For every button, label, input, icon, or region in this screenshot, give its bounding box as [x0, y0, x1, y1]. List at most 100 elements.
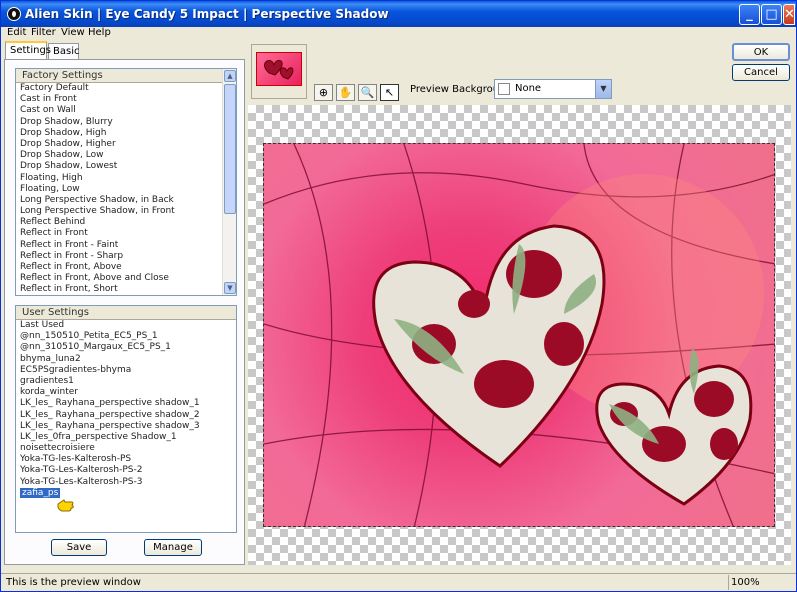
user-list-item[interactable]: LK_les_ Rayhana_perspective shadow_2: [16, 410, 236, 421]
factory-list-item[interactable]: Reflect in Front - Faint: [16, 240, 236, 251]
none-swatch-icon: [498, 83, 510, 95]
factory-list-item[interactable]: Reflect Behind: [16, 217, 236, 228]
zoom-level: 100%: [731, 577, 760, 588]
zoom-tool-icon[interactable]: 🔍: [358, 84, 377, 101]
factory-list-item[interactable]: Drop Shadow, Low: [16, 150, 236, 161]
title-bar[interactable]: Alien Skin | Eye Candy 5 Impact | Perspe…: [1, 1, 796, 27]
factory-list-item-label: Floating, Low: [20, 183, 80, 194]
user-list-item-label: LK_les_ Rayhana_perspective shadow_1: [20, 398, 200, 409]
scroll-up-icon[interactable]: ▲: [224, 70, 236, 82]
user-list-item-label: LK_les_ Rayhana_perspective shadow_2: [20, 409, 200, 420]
user-settings-header: User Settings: [16, 306, 236, 320]
factory-list-item[interactable]: Drop Shadow, Higher: [16, 139, 236, 150]
user-list-item-label: zafia_ps: [20, 487, 61, 498]
cancel-button[interactable]: Cancel: [732, 64, 790, 81]
factory-list-item[interactable]: Reflect in Front, Short: [16, 284, 236, 295]
factory-list-item-label: Reflect in Front, Above and Close: [20, 273, 169, 284]
user-settings-list[interactable]: User Settings Last Used @nn_150510_Petita…: [15, 305, 237, 533]
main-window: Alien Skin | Eye Candy 5 Impact | Perspe…: [0, 0, 797, 592]
preview-window[interactable]: [248, 105, 791, 565]
scroll-down-icon[interactable]: ▼: [224, 282, 236, 294]
tab-basic[interactable]: Basic: [48, 43, 79, 59]
factory-scrollbar[interactable]: ▲ ▼: [222, 69, 236, 295]
factory-list-item[interactable]: Reflect in Front, Above: [16, 262, 236, 273]
user-list-item-label: noisettecroisiere: [20, 443, 95, 454]
preview-background-value: None: [515, 83, 542, 94]
preview-image[interactable]: [263, 143, 775, 527]
menu-view[interactable]: View: [61, 27, 85, 38]
user-list-item-label: Yoka-TG-Les-Kalterosh-PS-3: [20, 476, 143, 487]
user-items: Last Used @nn_150510_Petita_EC5_PS_1 @nn_3…: [16, 320, 236, 499]
close-button[interactable]: ✕: [783, 4, 795, 25]
factory-list-item-label: Drop Shadow, Higher: [20, 138, 116, 149]
user-list-item-label: korda_winter: [20, 387, 78, 398]
factory-settings-list[interactable]: Factory Settings Factory Default Cast in …: [15, 68, 237, 296]
user-list-item[interactable]: Last Used: [16, 320, 236, 331]
scroll-thumb[interactable]: [224, 84, 236, 214]
user-list-item[interactable]: Yoka-TG-Les-Kalterosh-PS-3: [16, 477, 236, 488]
save-button[interactable]: Save: [51, 539, 107, 556]
user-list-item[interactable]: LK_les_0fra_perspective Shadow_1: [16, 432, 236, 443]
menu-help[interactable]: Help: [88, 27, 111, 38]
factory-list-item[interactable]: Drop Shadow, High: [16, 128, 236, 139]
alien-skin-app-icon[interactable]: [7, 7, 21, 21]
maximize-button[interactable]: □: [761, 4, 782, 25]
navigate-tool-icon[interactable]: ⊕: [314, 84, 333, 101]
user-list-item-label: LK_les_0fra_perspective Shadow_1: [20, 431, 177, 442]
user-list-item[interactable]: EC5PSgradientes-bhyma: [16, 365, 236, 376]
settings-panel: Factory Settings Factory Default Cast in …: [4, 59, 245, 565]
user-list-item[interactable]: bhyma_luna2: [16, 354, 236, 365]
user-list-item-label: gradientes1: [20, 375, 74, 386]
factory-list-item[interactable]: Cast in Front: [16, 94, 236, 105]
factory-list-item-label: Long Perspective Shadow, in Front: [20, 206, 175, 217]
factory-list-item[interactable]: Long Perspective Shadow, in Front: [16, 206, 236, 217]
chevron-down-icon[interactable]: ▼: [595, 80, 611, 98]
factory-list-item-label: Drop Shadow, High: [20, 127, 107, 138]
user-list-item[interactable]: @nn_150510_Petita_EC5_PS_1: [16, 331, 236, 342]
close-icon: ✕: [784, 7, 795, 22]
factory-list-item[interactable]: Floating, High: [16, 173, 236, 184]
user-list-item[interactable]: @nn_310510_Margaux_EC5_PS_1: [16, 342, 236, 353]
window-title: Alien Skin | Eye Candy 5 Impact | Perspe…: [25, 7, 389, 21]
user-list-item-label: @nn_310510_Margaux_EC5_PS_1: [20, 342, 171, 353]
user-list-item[interactable]: LK_les_ Rayhana_perspective shadow_1: [16, 398, 236, 409]
factory-list-item[interactable]: Reflect in Front - Sharp: [16, 251, 236, 262]
factory-list-item-label: Factory Default: [20, 83, 89, 93]
factory-list-item-label: Reflect in Front, Above: [20, 262, 122, 272]
preview-background-select[interactable]: None ▼: [494, 79, 612, 99]
factory-list-item-label: Floating, High: [20, 172, 83, 183]
hand-tool-icon[interactable]: ✋: [336, 84, 355, 101]
factory-list-item[interactable]: Long Perspective Shadow, in Back: [16, 195, 236, 206]
user-list-item-label: LK_les_ Rayhana_perspective shadow_3: [20, 420, 200, 431]
manage-button[interactable]: Manage: [144, 539, 202, 556]
factory-list-item-label: Reflect Behind: [20, 217, 86, 228]
status-bar: This is the preview window 100%: [1, 573, 796, 591]
factory-list-item[interactable]: Reflect in Front, Above and Close: [16, 273, 236, 284]
factory-list-item-label: Reflect in Front - Sharp: [20, 250, 124, 261]
factory-list-item[interactable]: Reflect in Front: [16, 228, 236, 239]
thumbnail-image: [256, 52, 302, 86]
factory-list-item-label: Drop Shadow, Blurry: [20, 116, 113, 127]
user-list-item[interactable]: LK_les_ Rayhana_perspective shadow_3: [16, 421, 236, 432]
pointer-tool-icon[interactable]: ↖: [380, 84, 399, 101]
factory-list-item-label: Reflect in Front: [20, 228, 88, 239]
menu-edit[interactable]: Edit: [7, 27, 26, 38]
user-list-item[interactable]: Yoka-TG-Les-Kalterosh-PS-2: [16, 465, 236, 476]
factory-list-item[interactable]: Drop Shadow, Blurry: [16, 117, 236, 128]
ok-button[interactable]: OK: [732, 43, 790, 61]
menu-filter[interactable]: Filter: [31, 27, 56, 38]
user-list-item[interactable]: gradientes1: [16, 376, 236, 387]
user-list-item[interactable]: noisettecroisiere: [16, 443, 236, 454]
user-list-item[interactable]: korda_winter: [16, 387, 236, 398]
user-list-item[interactable]: zafia_ps: [16, 487, 236, 499]
factory-list-item[interactable]: Floating, Low: [16, 184, 236, 195]
minimize-button[interactable]: _: [739, 4, 760, 25]
factory-list-item[interactable]: Factory Default: [16, 83, 236, 94]
user-list-item[interactable]: Yoka-TG-les-Kalterosh-PS: [16, 454, 236, 465]
user-list-item-label: Last Used: [20, 320, 65, 330]
tab-settings[interactable]: Settings: [5, 41, 51, 59]
factory-list-item[interactable]: Cast on Wall: [16, 105, 236, 116]
navigator-thumbnail[interactable]: [251, 44, 307, 99]
factory-list-item-label: Reflect in Front, Short: [20, 284, 118, 295]
factory-list-item[interactable]: Drop Shadow, Lowest: [16, 161, 236, 172]
